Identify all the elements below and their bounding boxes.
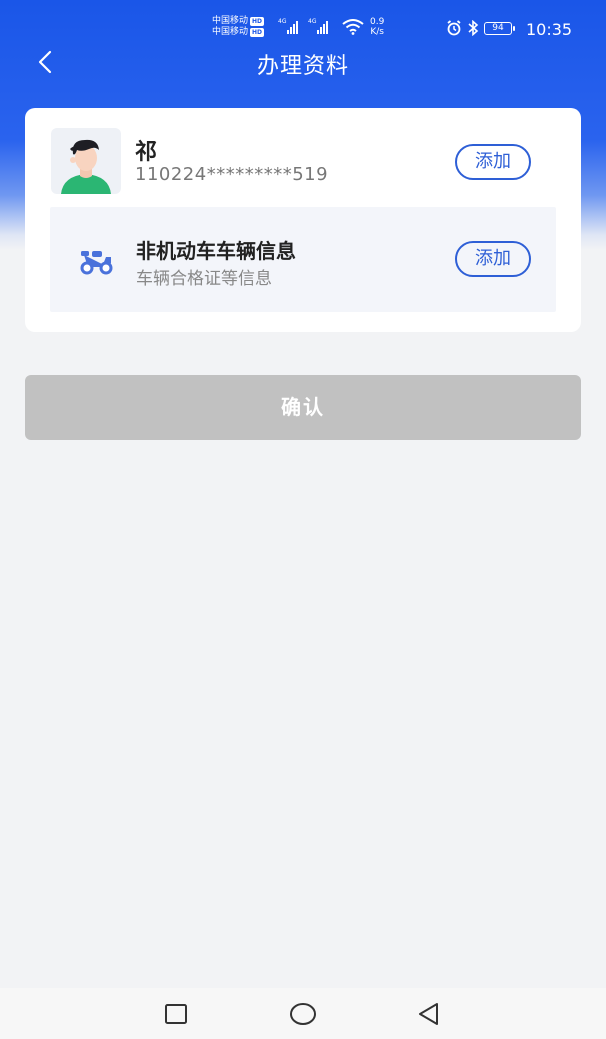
status-bar: 中国移动 HD 中国移动 HD 4G 4G 0.9 K/s 94 10:35 xyxy=(0,0,606,44)
vehicle-info-title: 非机动车车辆信息 xyxy=(136,239,296,263)
speed-value: 0.9 xyxy=(370,17,385,27)
wifi-icon xyxy=(342,19,364,35)
network-type-label: 4G xyxy=(308,18,317,25)
triangle-back-icon[interactable] xyxy=(415,1000,443,1028)
square-icon[interactable] xyxy=(162,1000,190,1028)
battery-icon: 94 xyxy=(484,21,515,35)
alarm-icon xyxy=(447,20,461,36)
status-time: 10:35 xyxy=(526,20,573,39)
bluetooth-icon xyxy=(468,20,479,36)
add-person-info-button[interactable]: 添加 xyxy=(455,144,531,180)
person-row: 祁 110224*********519 添加 xyxy=(25,108,581,204)
page-title: 办理资料 xyxy=(256,54,349,79)
vehicle-info-subtitle: 车辆合格证等信息 xyxy=(136,269,272,289)
signal-indicators: 4G 4G xyxy=(278,18,334,34)
add-vehicle-info-button[interactable]: 添加 xyxy=(455,241,531,277)
person-id-number: 110224*********519 xyxy=(135,164,329,185)
system-nav-bar xyxy=(0,988,606,1039)
confirm-button[interactable]: 确认 xyxy=(25,375,581,440)
signal-icon: 4G xyxy=(278,18,304,34)
carrier-info: 中国移动 HD 中国移动 HD xyxy=(212,16,265,38)
speed-unit: K/s xyxy=(370,27,384,37)
hd-badge: HD xyxy=(250,17,265,26)
network-speed: 0.9 K/s xyxy=(370,17,384,37)
signal-icon: 4G xyxy=(308,18,334,34)
hd-badge: HD xyxy=(250,28,265,37)
carrier-2: 中国移动 xyxy=(212,27,249,37)
status-icons: 94 xyxy=(446,20,515,36)
network-type-label: 4G xyxy=(278,18,287,25)
circle-icon[interactable] xyxy=(289,1000,317,1028)
person-avatar-icon xyxy=(61,139,111,194)
person-name: 祁 xyxy=(135,140,158,165)
vehicle-info-row[interactable]: 非机动车车辆信息 车辆合格证等信息 添加 xyxy=(50,207,556,312)
info-card: 祁 110224*********519 添加 非机动车车辆信息 车辆合格证等信… xyxy=(25,108,581,332)
avatar xyxy=(51,128,121,194)
scooter-icon xyxy=(80,251,113,275)
carrier-1: 中国移动 xyxy=(212,16,249,26)
